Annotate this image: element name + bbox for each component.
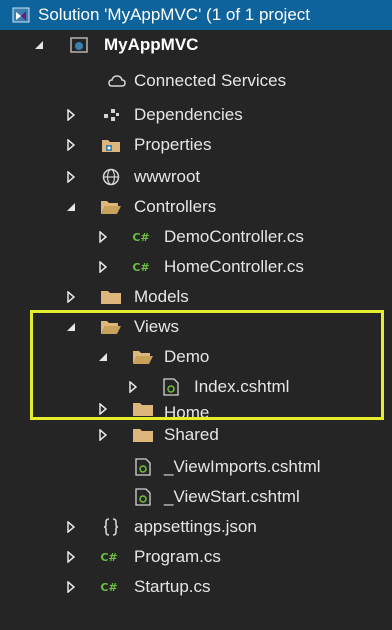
expanded-arrow-icon[interactable] bbox=[62, 192, 80, 222]
tree-item-program[interactable]: C# Program.cs bbox=[0, 542, 392, 572]
controllers-label: Controllers bbox=[134, 197, 217, 216]
csharp-file-icon: C# bbox=[100, 580, 118, 594]
tree-item-view-imports[interactable]: _ViewImports.cshtml bbox=[0, 452, 392, 482]
csharp-file-icon: C# bbox=[132, 260, 150, 274]
globe-icon bbox=[100, 162, 122, 192]
tree-item-demo-folder[interactable]: Demo bbox=[0, 342, 392, 372]
json-file-icon bbox=[100, 512, 122, 542]
collapsed-arrow-icon[interactable] bbox=[94, 398, 112, 420]
collapsed-arrow-icon[interactable] bbox=[62, 572, 80, 602]
folder-icon bbox=[132, 398, 154, 420]
dependencies-icon bbox=[100, 100, 122, 130]
tree-item-views[interactable]: Views bbox=[0, 312, 392, 342]
tree-item-models[interactable]: Models bbox=[0, 282, 392, 312]
tree-item-solution[interactable]: Solution 'MyAppMVC' (1 of 1 project bbox=[0, 0, 392, 30]
csharp-file-icon: C# bbox=[132, 230, 150, 244]
expanded-arrow-icon[interactable] bbox=[94, 342, 112, 372]
demo-folder-label: Demo bbox=[164, 347, 210, 366]
razor-file-icon bbox=[132, 482, 154, 512]
tree-item-connected-services[interactable]: Connected Services bbox=[0, 66, 392, 96]
shared-folder-label: Shared bbox=[164, 425, 219, 444]
tree-item-controllers[interactable]: Controllers bbox=[0, 192, 392, 222]
tree-item-project[interactable]: MyAppMVC bbox=[0, 30, 392, 60]
collapsed-arrow-icon[interactable] bbox=[62, 130, 80, 160]
tree-item-appsettings[interactable]: appsettings.json bbox=[0, 512, 392, 542]
tree-item-properties[interactable]: Properties bbox=[0, 130, 392, 160]
folder-icon bbox=[132, 420, 154, 450]
collapsed-arrow-icon[interactable] bbox=[62, 100, 80, 130]
expanded-arrow-icon[interactable] bbox=[30, 30, 48, 60]
properties-folder-icon bbox=[100, 130, 122, 160]
tree-item-startup[interactable]: C# Startup.cs bbox=[0, 572, 392, 602]
tree-item-demo-controller[interactable]: C# DemoController.cs bbox=[0, 222, 392, 252]
tree-item-home-folder[interactable]: Home bbox=[0, 398, 392, 420]
view-imports-label: _ViewImports.cshtml bbox=[164, 457, 321, 476]
collapsed-arrow-icon[interactable] bbox=[62, 512, 80, 542]
collapsed-arrow-icon[interactable] bbox=[62, 542, 80, 572]
startup-label: Startup.cs bbox=[134, 577, 211, 596]
views-label: Views bbox=[134, 317, 180, 336]
appsettings-label: appsettings.json bbox=[134, 517, 257, 536]
dependencies-label: Dependencies bbox=[134, 105, 243, 124]
home-controller-label: HomeController.cs bbox=[164, 257, 304, 276]
home-folder-label: Home bbox=[164, 403, 210, 420]
models-label: Models bbox=[134, 287, 189, 306]
wwwroot-label: wwwroot bbox=[134, 167, 201, 186]
collapsed-arrow-icon[interactable] bbox=[62, 282, 80, 312]
visual-studio-solution-icon bbox=[10, 0, 32, 30]
tree-item-view-start[interactable]: _ViewStart.cshtml bbox=[0, 482, 392, 512]
program-label: Program.cs bbox=[134, 547, 221, 566]
folder-open-icon bbox=[132, 342, 154, 372]
expanded-arrow-icon[interactable] bbox=[62, 312, 80, 342]
collapsed-arrow-icon[interactable] bbox=[94, 252, 112, 282]
collapsed-arrow-icon[interactable] bbox=[94, 222, 112, 252]
web-project-icon bbox=[68, 30, 90, 60]
demo-controller-label: DemoController.cs bbox=[164, 227, 304, 246]
csharp-file-icon: C# bbox=[100, 550, 118, 564]
properties-label: Properties bbox=[134, 135, 212, 154]
collapsed-arrow-icon[interactable] bbox=[94, 420, 112, 450]
folder-open-icon bbox=[100, 192, 122, 222]
connected-services-label: Connected Services bbox=[134, 71, 287, 90]
tree-item-wwwroot[interactable]: wwwroot bbox=[0, 162, 392, 192]
cloud-icon bbox=[106, 66, 128, 96]
solution-label: Solution 'MyAppMVC' (1 of 1 project bbox=[38, 5, 310, 24]
solution-explorer: Solution 'MyAppMVC' (1 of 1 project MyAp… bbox=[0, 0, 392, 630]
tree-item-home-controller[interactable]: C# HomeController.cs bbox=[0, 252, 392, 282]
tree-item-shared-folder[interactable]: Shared bbox=[0, 420, 392, 450]
razor-file-icon bbox=[132, 452, 154, 482]
tree-item-dependencies[interactable]: Dependencies bbox=[0, 100, 392, 130]
collapsed-arrow-icon[interactable] bbox=[62, 162, 80, 192]
view-start-label: _ViewStart.cshtml bbox=[164, 487, 300, 506]
project-label: MyAppMVC bbox=[104, 35, 199, 54]
folder-open-icon bbox=[100, 312, 122, 342]
folder-icon bbox=[100, 282, 122, 312]
